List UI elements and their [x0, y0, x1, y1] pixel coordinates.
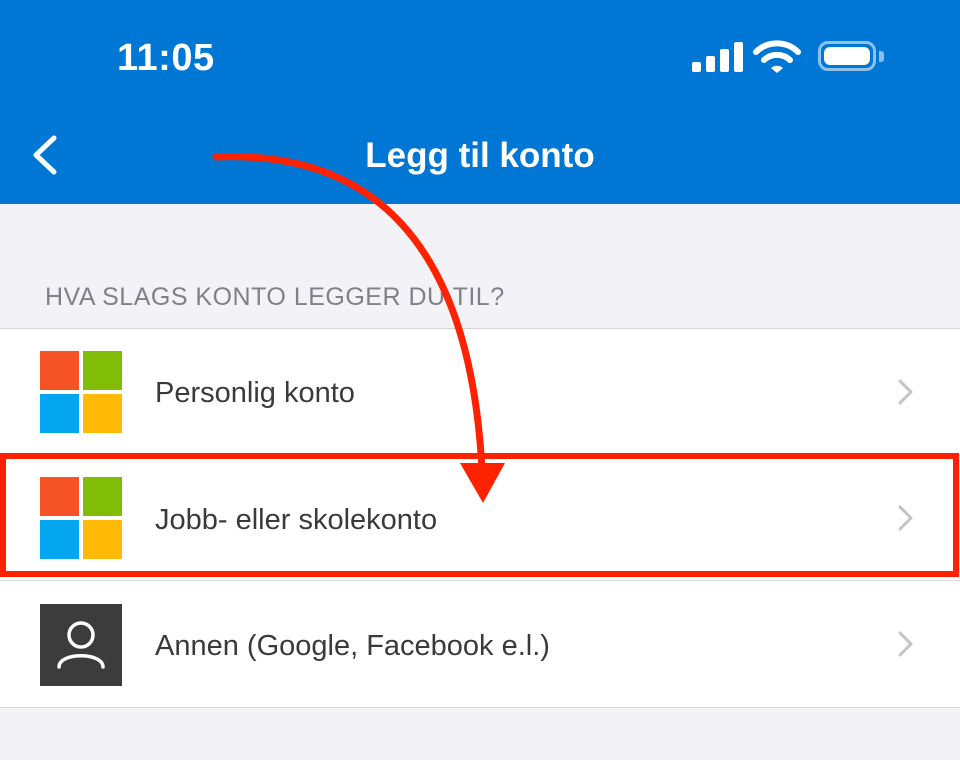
account-option-other[interactable]: Annen (Google, Facebook e.l.) [0, 581, 960, 707]
microsoft-logo-icon [40, 351, 122, 433]
account-option-personal[interactable]: Personlig konto [0, 329, 960, 455]
battery-cap [879, 51, 884, 62]
section-header: HVA SLAGS KONTO LEGGER DU TIL? [45, 283, 505, 311]
app-header: 11:05 Legg til konto [0, 0, 960, 204]
account-option-work-school[interactable]: Jobb- eller skolekonto [0, 455, 960, 581]
wifi-icon [753, 40, 801, 73]
status-time: 11:05 [117, 37, 215, 79]
chevron-right-icon [898, 631, 913, 657]
chevron-right-icon [898, 505, 913, 531]
account-option-label: Personlig konto [155, 377, 355, 409]
account-option-label: Annen (Google, Facebook e.l.) [155, 630, 550, 662]
user-icon [40, 604, 122, 686]
chevron-right-icon [898, 379, 913, 405]
account-type-list: Personlig konto Jobb- eller skolekonto A… [0, 328, 960, 708]
battery-icon [818, 41, 876, 71]
microsoft-logo-icon [40, 477, 122, 559]
page-title: Legg til konto [365, 136, 595, 175]
account-option-label: Jobb- eller skolekonto [155, 504, 438, 536]
